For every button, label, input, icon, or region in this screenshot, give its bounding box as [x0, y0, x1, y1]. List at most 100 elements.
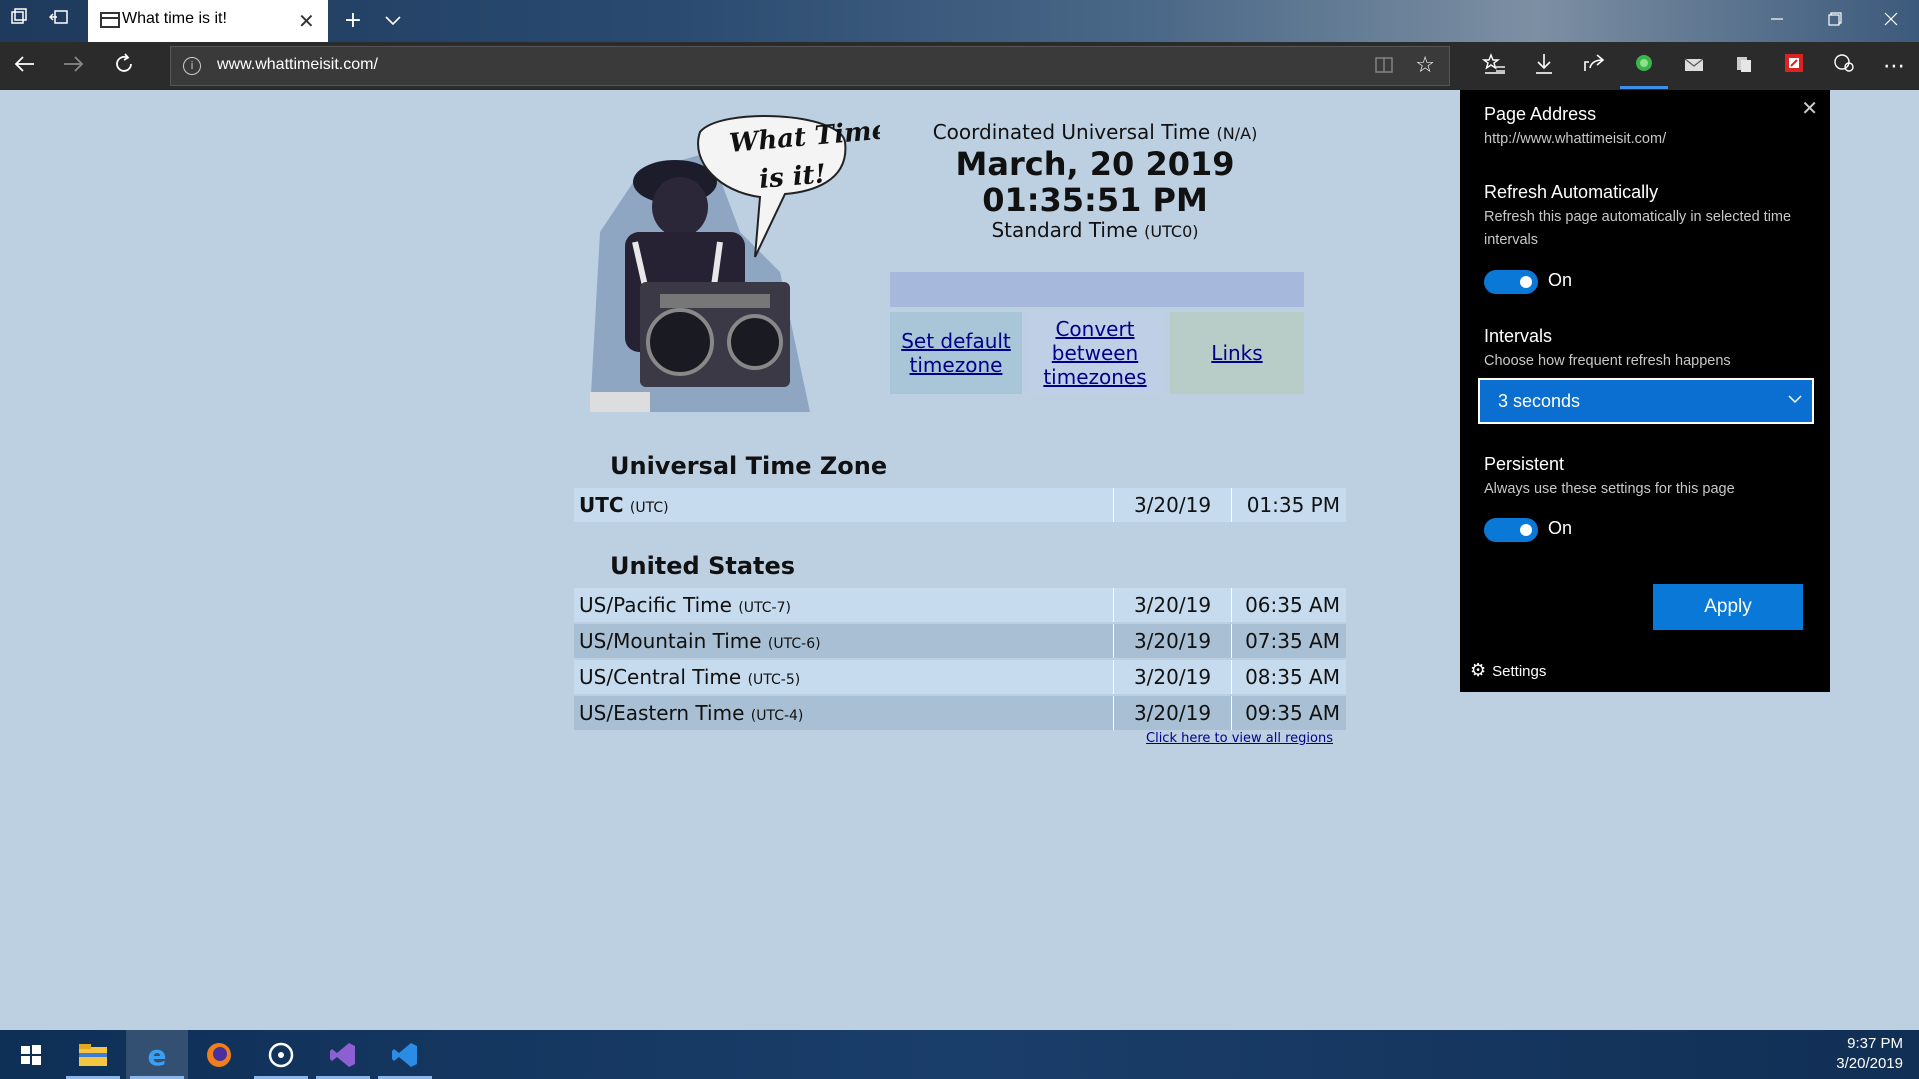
view-all-regions-link[interactable]: Click here to view all regions	[1146, 731, 1333, 746]
tz-time: 08:35 AM	[1245, 665, 1340, 689]
forward-icon[interactable]	[60, 53, 88, 81]
banner-placeholder	[890, 272, 1304, 307]
persistent-toggle[interactable]	[1484, 518, 1538, 542]
new-tab-icon[interactable]: +	[340, 8, 366, 34]
edge-browser-icon[interactable]: e	[126, 1030, 188, 1079]
tz-name-cell: US/Pacific Time (UTC-7)	[574, 588, 1114, 622]
page-address-value: http://www.whattimeisit.com/	[1484, 131, 1667, 147]
tz-name-cell: UTC (UTC)	[574, 488, 1114, 522]
share-icon[interactable]	[1580, 53, 1608, 81]
set-tabs-aside-icon[interactable]	[46, 8, 72, 34]
active-extension-indicator	[1620, 86, 1668, 89]
tz-date: 3/20/19	[1114, 696, 1232, 730]
restore-icon[interactable]	[1822, 8, 1848, 34]
table-row: US/Eastern Time (UTC-4) 3/20/19 09:35 AM	[574, 696, 1346, 730]
links-label: Links	[1211, 341, 1263, 365]
table-row: US/Mountain Time (UTC-6) 3/20/19 07:35 A…	[574, 624, 1346, 658]
clock-date: March, 20 2019	[955, 145, 1235, 183]
favorites-hub-icon[interactable]	[1480, 53, 1508, 81]
refresh-auto-state: On	[1548, 270, 1573, 290]
tz-time: 09:35 AM	[1245, 701, 1340, 725]
convert-timezones-link[interactable]: Convert between timezones	[1026, 312, 1164, 394]
feedback-icon[interactable]	[1830, 53, 1858, 81]
window-close-icon[interactable]	[1878, 8, 1904, 34]
refresh-auto-toggle[interactable]	[1484, 270, 1538, 294]
tab-actions-icon[interactable]	[6, 8, 32, 34]
mascot-speech-line2: is it!	[758, 159, 827, 195]
set-default-timezone-link[interactable]: Set default timezone	[890, 312, 1022, 394]
refresh-icon[interactable]	[110, 53, 138, 81]
tz-offset: (UTC-4)	[750, 708, 804, 724]
tray-clock[interactable]: 9:37 PM 3/20/2019	[1836, 1034, 1903, 1074]
tab-title: What time is it!	[122, 10, 227, 27]
persistent-label: Persistent	[1484, 454, 1565, 474]
tz-offset: (UTC-6)	[767, 636, 821, 652]
convert-line2: between	[1051, 341, 1139, 365]
address-toolbar: i www.whattimeisit.com/ ☆ ⋯	[0, 42, 1919, 90]
start-windows-icon[interactable]	[0, 1030, 62, 1079]
table-row: US/Central Time (UTC-5) 3/20/19 08:35 AM	[574, 660, 1346, 694]
flyout-settings-link[interactable]: ⚙ Settings	[1470, 660, 1546, 681]
browser-title-bar: What time is it! ✕ +	[0, 0, 1919, 42]
address-bar[interactable]: i www.whattimeisit.com/ ☆	[170, 46, 1450, 86]
address-url[interactable]: www.whattimeisit.com/	[217, 56, 378, 74]
site-info-icon[interactable]: i	[183, 57, 201, 75]
svg-text:e: e	[148, 1041, 167, 1069]
media-player-icon[interactable]	[250, 1030, 312, 1079]
us-section-heading: United States	[610, 552, 796, 580]
tz-time: 07:35 AM	[1245, 629, 1340, 653]
table-row: US/Pacific Time (UTC-7) 3/20/19 06:35 AM	[574, 588, 1346, 622]
tz-name-cell: US/Mountain Time (UTC-6)	[574, 624, 1114, 658]
pdf-extension-icon[interactable]	[1780, 53, 1808, 81]
flyout-close-icon[interactable]: ✕	[1801, 96, 1818, 121]
reading-view-icon[interactable]	[1375, 56, 1393, 79]
what-time-mascot-image: What Time is it!	[580, 112, 889, 412]
auto-refresh-flyout: ✕ Page Address http://www.whattimeisit.c…	[1460, 90, 1830, 692]
tab-preview-chevron-icon[interactable]	[380, 8, 406, 34]
file-explorer-icon[interactable]	[62, 1030, 124, 1079]
universal-section-heading: Universal Time Zone	[610, 452, 888, 480]
persistent-desc: Always use these settings for this page	[1484, 481, 1735, 497]
table-row: UTC (UTC) 3/20/19 01:35 PM	[574, 488, 1346, 522]
tab-close-icon[interactable]: ✕	[298, 9, 315, 33]
downloads-icon[interactable]	[1530, 53, 1558, 81]
office-extension-icon[interactable]	[1730, 53, 1758, 81]
set-default-line2: timezone	[909, 353, 1003, 377]
apply-button[interactable]: Apply	[1653, 584, 1803, 630]
gear-icon: ⚙	[1470, 660, 1487, 680]
back-icon[interactable]	[10, 53, 38, 81]
clock-standard: Standard Time (UTC0)	[880, 218, 1310, 242]
intervals-desc: Choose how frequent refresh happens	[1484, 353, 1731, 369]
convert-line1: Convert	[1055, 317, 1135, 341]
firefox-icon[interactable]	[188, 1030, 250, 1079]
intervals-label: Intervals	[1484, 326, 1553, 346]
clock-standard-text: Standard Time	[991, 218, 1138, 242]
more-menu-icon[interactable]: ⋯	[1880, 53, 1908, 81]
utc-clock-header: Coordinated Universal Time (N/A) March, …	[880, 120, 1310, 242]
clock-standard-suffix: (UTC0)	[1144, 222, 1199, 241]
favorite-star-icon[interactable]: ☆	[1415, 53, 1435, 78]
tz-time: 06:35 AM	[1245, 593, 1340, 617]
tray-time: 9:37 PM	[1847, 1035, 1903, 1052]
tz-name-cell: US/Central Time (UTC-5)	[574, 660, 1114, 694]
page-address-label: Page Address	[1484, 104, 1597, 124]
interval-select[interactable]: 3 seconds	[1478, 378, 1814, 424]
visual-studio-icon[interactable]	[312, 1030, 374, 1079]
clock-title-suffix: (N/A)	[1216, 124, 1258, 143]
active-tab[interactable]: What time is it! ✕	[88, 0, 328, 42]
clock-title: Coordinated Universal Time (N/A)	[880, 120, 1310, 144]
tz-name: UTC	[579, 493, 624, 517]
set-default-line1: Set default	[901, 329, 1011, 353]
vscode-icon[interactable]	[374, 1030, 436, 1079]
links-link[interactable]: Links	[1170, 312, 1304, 394]
tz-name-cell: US/Eastern Time (UTC-4)	[574, 696, 1114, 730]
convert-line3: timezones	[1043, 365, 1147, 389]
tz-date: 3/20/19	[1114, 488, 1232, 522]
tz-offset: (UTC-7)	[738, 600, 791, 616]
tab-page-icon	[100, 12, 120, 28]
auto-refresh-extension-icon[interactable]	[1630, 53, 1658, 81]
persistent-state: On	[1548, 518, 1573, 538]
interval-select-value: 3 seconds	[1498, 391, 1581, 411]
mail-extension-icon[interactable]	[1680, 53, 1708, 81]
minimize-icon[interactable]	[1764, 8, 1790, 34]
